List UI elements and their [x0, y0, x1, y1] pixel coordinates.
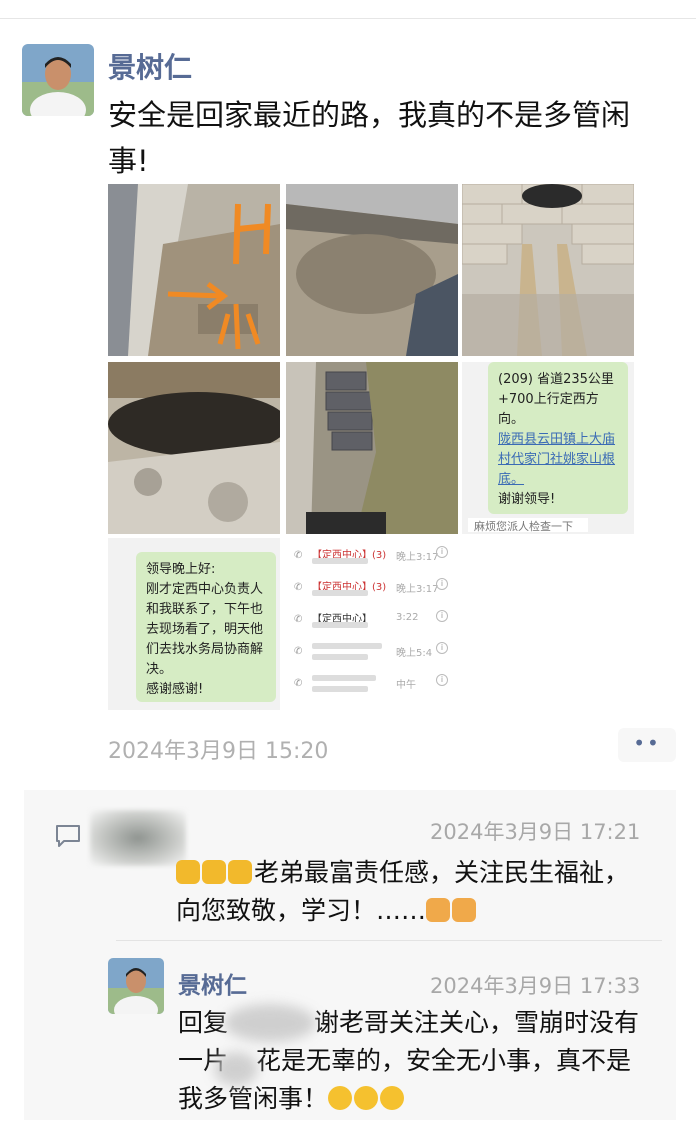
call-time: 3:22 [396, 612, 419, 623]
screenshot-chat-address[interactable]: (209) 省道235公里+700上行定西方向。 陇西县云田镇上大庙村代家门社姚… [462, 362, 634, 534]
photo-road-crack[interactable] [108, 184, 280, 356]
phone-icon: ✆ [294, 550, 303, 561]
photo-collapsed-roadside[interactable] [286, 184, 458, 356]
reply-time: 2024年3月9日 17:33 [430, 974, 641, 998]
bubble-line: 领导晚上好: [146, 562, 216, 577]
thumbs-up-icon [202, 860, 226, 884]
crying-face-icon [380, 1086, 405, 1110]
call-sub-blur [312, 654, 368, 660]
author-avatar[interactable] [22, 44, 94, 116]
bubble-line: (209) 省道235公里+700上行定西方向。 [498, 372, 614, 427]
call-sub-blur [312, 622, 368, 628]
post-author-name[interactable]: 景树仁 [108, 46, 192, 86]
bubble-line: 感谢感谢! [146, 682, 204, 697]
info-icon: i [436, 610, 448, 622]
call-name-blur [312, 675, 376, 681]
comment-section: 2024年3月9日 17:21 老弟最富责任感，关注民生福祉，向您致敬，学习！…… [24, 790, 676, 1120]
bubble-line: 刚才定西中心负责人和我联系了，下午也去现场看了，明天他们去找水务局协商解决。 [146, 582, 264, 677]
call-log-row: ✆ 中午 i [294, 672, 450, 698]
info-icon: i [436, 546, 448, 558]
more-options-button[interactable]: •• [618, 728, 676, 762]
phone-icon: ✆ [294, 614, 303, 625]
blur-mask [224, 1004, 316, 1042]
bubble-line: 谢谢领导! [498, 492, 556, 507]
info-icon: i [436, 578, 448, 590]
call-log-row: ✆ 【定西中心】(3) 晚上3:17 i [294, 544, 450, 570]
comment-text: 老弟最富责任感，关注民生福祉，向您致敬，学习！…… [176, 854, 646, 930]
call-sub-blur [312, 558, 368, 564]
info-icon: i [436, 642, 448, 654]
bowing-icon [452, 898, 477, 922]
post-timestamp: 2024年3月9日 15:20 [108, 739, 329, 764]
bubble-link-line: 陇西县云田镇上大庙村代家门社姚家山根底。 [498, 432, 616, 487]
call-name-blur [312, 643, 382, 649]
call-sub-blur [312, 590, 368, 596]
phone-icon: ✆ [294, 678, 303, 689]
photo-cavity[interactable] [108, 362, 280, 534]
reply-prefix: 回复 [178, 1008, 229, 1037]
photo-grid: (209) 省道235公里+700上行定西方向。 陇西县云田镇上大庙村代家门社姚… [108, 184, 636, 712]
phone-icon: ✆ [294, 646, 303, 657]
top-divider [0, 18, 696, 19]
call-log-row: ✆ 晚上5:4 i [294, 640, 450, 666]
thumbs-up-icon [228, 860, 252, 884]
commenter-avatar-blurred[interactable] [90, 810, 186, 866]
crying-face-icon [354, 1086, 379, 1110]
screenshot-chat-reply[interactable]: 领导晚上好: 刚才定西中心负责人和我联系了，下午也去现场看了，明天他们去找水务局… [108, 538, 280, 710]
crying-face-icon [328, 1086, 353, 1110]
call-log-row: ✆ 【定西中心】 3:22 i [294, 608, 450, 634]
handshake-icon [426, 898, 451, 922]
screenshot-call-log[interactable]: ✆ 【定西中心】(3) 晚上3:17 i ✆ 【定西中心】(3) 晚上3:17 … [286, 538, 458, 710]
phone-icon: ✆ [294, 582, 303, 593]
call-time: 晚上3:17 [396, 552, 439, 563]
chat-bubble-reply: 领导晚上好: 刚才定西中心负责人和我联系了，下午也去现场看了，明天他们去找水务局… [136, 552, 276, 702]
photo-stone-wall[interactable] [286, 362, 458, 534]
photo-brick-channel[interactable] [462, 184, 634, 356]
blur-mask [214, 1052, 258, 1086]
chat-bubble-address: (209) 省道235公里+700上行定西方向。 陇西县云田镇上大庙村代家门社姚… [488, 362, 628, 514]
call-time: 晚上3:17 [396, 584, 439, 595]
call-log-row: ✆ 【定西中心】(3) 晚上3:17 i [294, 576, 450, 602]
post-text: 安全是回家最近的路，我真的不是多管闲事! [108, 98, 631, 178]
call-sub-blur [312, 686, 368, 692]
reply-author-name[interactable]: 景树仁 [178, 966, 247, 1000]
call-time: 中午 [396, 680, 416, 691]
comment-divider [116, 940, 662, 941]
call-time: 晚上5:4 [396, 648, 433, 659]
comment-icon [56, 825, 80, 847]
comment-time: 2024年3月9日 17:21 [430, 820, 641, 844]
thumbs-up-icon [176, 860, 200, 884]
reply-author-avatar[interactable] [108, 958, 164, 1014]
chat-input-preview: 麻烦您派人检查一下 [468, 518, 588, 533]
info-icon: i [436, 674, 448, 686]
